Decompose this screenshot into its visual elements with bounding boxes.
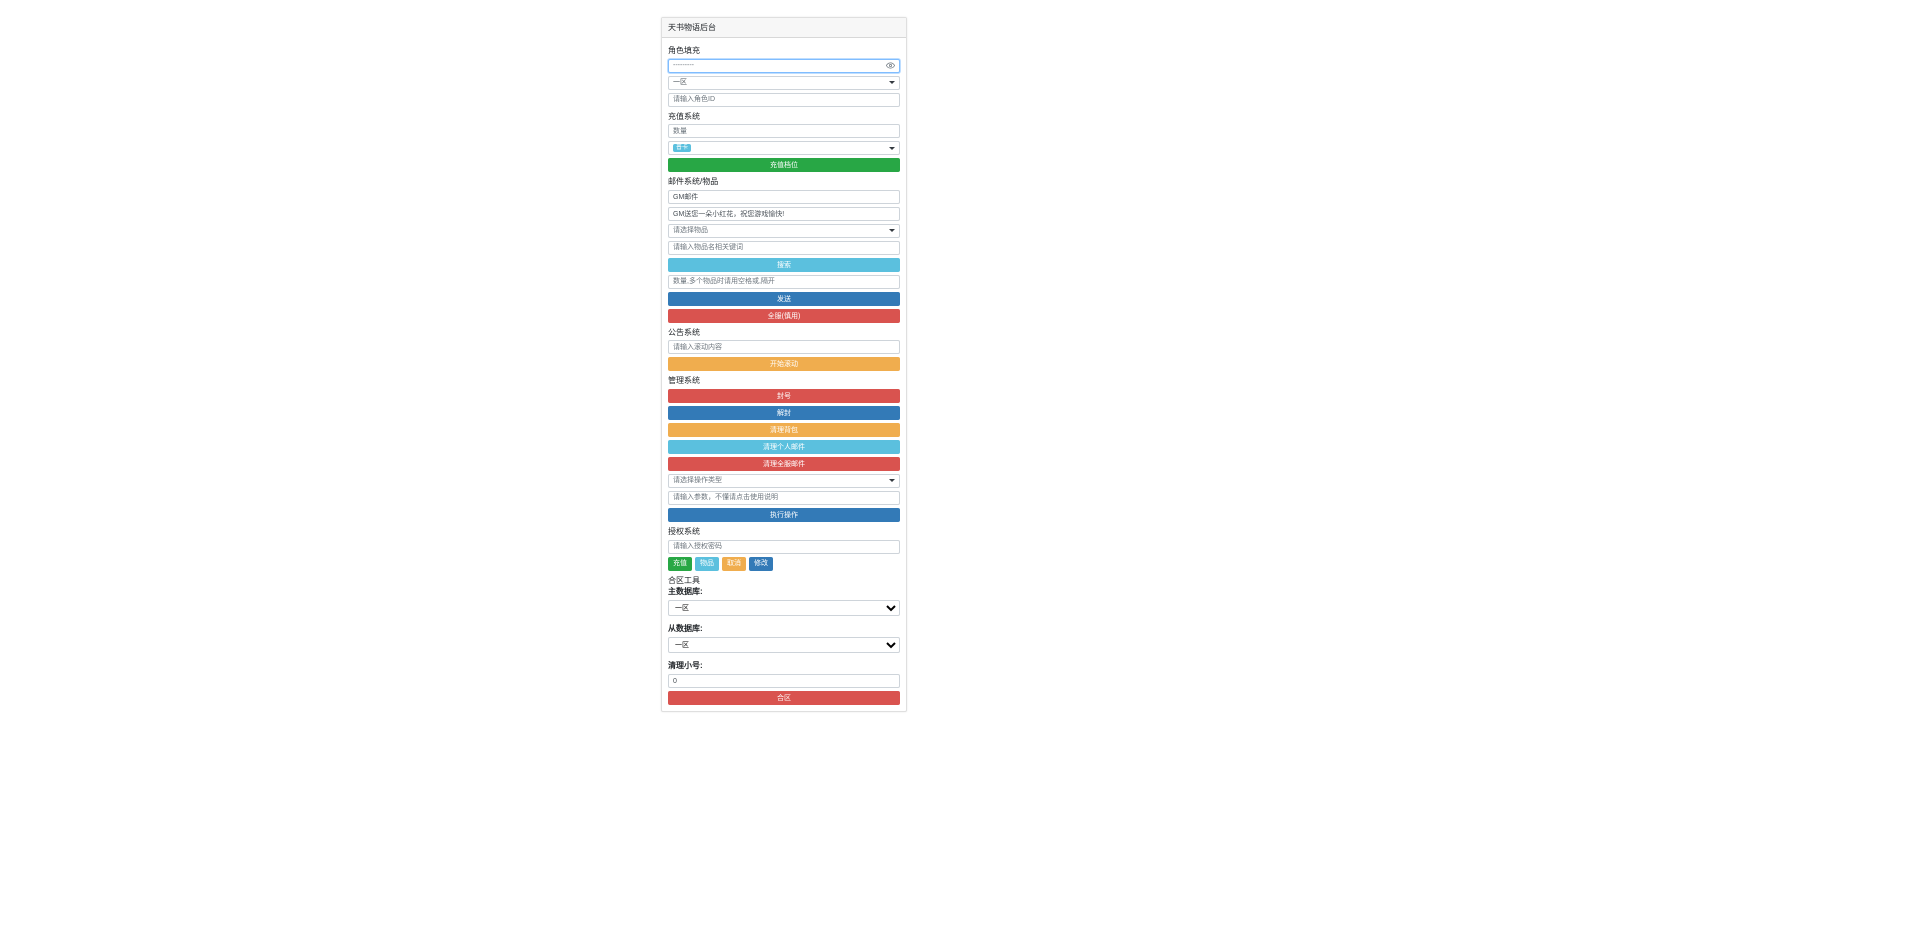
clear-personal-mail-button[interactable]: 清理个人邮件: [668, 440, 900, 454]
clean-alt-input[interactable]: [668, 674, 900, 688]
mail-send-all-button[interactable]: 全服(慎用): [668, 309, 900, 323]
auth-modify-button[interactable]: 修改: [749, 557, 773, 571]
chevron-down-icon: [889, 229, 895, 232]
recharge-tier-badge: 普卡: [673, 144, 691, 152]
auth-recharge-button[interactable]: 充值: [668, 557, 692, 571]
mail-item-select-value: 请选择物品: [673, 225, 708, 237]
zone-select[interactable]: 一区: [668, 76, 900, 90]
panel-title: 天书物语后台: [662, 18, 906, 38]
mail-item-select[interactable]: 请选择物品: [668, 224, 900, 238]
ban-button[interactable]: 封号: [668, 389, 900, 403]
announce-content-input[interactable]: [668, 340, 900, 354]
announce-start-button[interactable]: 开始滚动: [668, 357, 900, 371]
unban-button[interactable]: 解封: [668, 406, 900, 420]
auth-button-row: 充值 物品 取消 修改: [668, 557, 900, 571]
auth-code-input[interactable]: [668, 540, 900, 554]
chevron-down-icon: [889, 147, 895, 150]
manage-op-select-value: 请选择操作类型: [673, 475, 722, 487]
sub-db-select[interactable]: 一区: [668, 637, 900, 653]
section-role-fill: 角色填充: [668, 46, 900, 56]
section-announce: 公告系统: [668, 328, 900, 338]
auth-cancel-button[interactable]: 取消: [722, 557, 746, 571]
auth-item-button[interactable]: 物品: [695, 557, 719, 571]
main-db-select[interactable]: 一区: [668, 600, 900, 616]
manage-exec-button[interactable]: 执行操作: [668, 508, 900, 522]
manage-op-select[interactable]: 请选择操作类型: [668, 474, 900, 488]
manage-param-input[interactable]: [668, 491, 900, 505]
mail-send-button[interactable]: 发送: [668, 292, 900, 306]
mail-content-input[interactable]: [668, 207, 900, 221]
chevron-down-icon: [889, 81, 895, 84]
merge-button[interactable]: 合区: [668, 691, 900, 705]
mail-search-button[interactable]: 搜索: [668, 258, 900, 272]
zone-select-value: 一区: [673, 77, 687, 89]
admin-panel: 天书物语后台 角色填充 --------- 一区 充值系统 普卡 充值档位 邮件…: [661, 17, 907, 712]
section-manage: 管理系统: [668, 376, 900, 386]
chevron-down-icon: [889, 479, 895, 482]
section-merge-tool: 合区工具: [668, 576, 900, 586]
section-auth: 授权系统: [668, 527, 900, 537]
sub-db-label: 从数据库:: [668, 623, 900, 634]
section-mail: 邮件系统/物品: [668, 177, 900, 187]
eye-icon[interactable]: [886, 61, 895, 70]
clean-alt-label: 清理小号:: [668, 660, 900, 671]
mail-search-input[interactable]: [668, 241, 900, 255]
recharge-amount-input[interactable]: [668, 124, 900, 138]
clear-all-mail-button[interactable]: 清理全服邮件: [668, 457, 900, 471]
role-id-input[interactable]: [668, 93, 900, 107]
mail-quantity-input[interactable]: [668, 275, 900, 289]
panel-body: 角色填充 --------- 一区 充值系统 普卡 充值档位 邮件系统/物品 请…: [662, 38, 906, 711]
main-db-label: 主数据库:: [668, 586, 900, 597]
server-select-value: ---------: [673, 60, 694, 72]
clear-bag-button[interactable]: 清理背包: [668, 423, 900, 437]
server-select[interactable]: ---------: [668, 59, 900, 73]
section-recharge: 充值系统: [668, 112, 900, 122]
recharge-button[interactable]: 充值档位: [668, 158, 900, 172]
recharge-tier-select[interactable]: 普卡: [668, 141, 900, 155]
mail-title-input[interactable]: [668, 190, 900, 204]
